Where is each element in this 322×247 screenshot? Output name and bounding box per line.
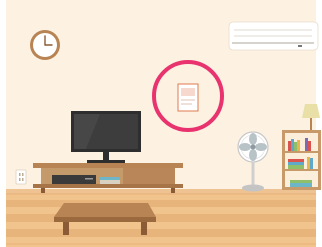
bookshelf-icon (282, 130, 321, 190)
living-room-illustration (0, 0, 322, 247)
wall-clock-icon (30, 30, 60, 60)
wall-outlet-icon (15, 169, 27, 185)
living-room-scene (0, 0, 322, 247)
air-conditioner-icon (228, 21, 319, 51)
floor (6, 189, 316, 247)
wall-poster-icon (177, 83, 199, 112)
